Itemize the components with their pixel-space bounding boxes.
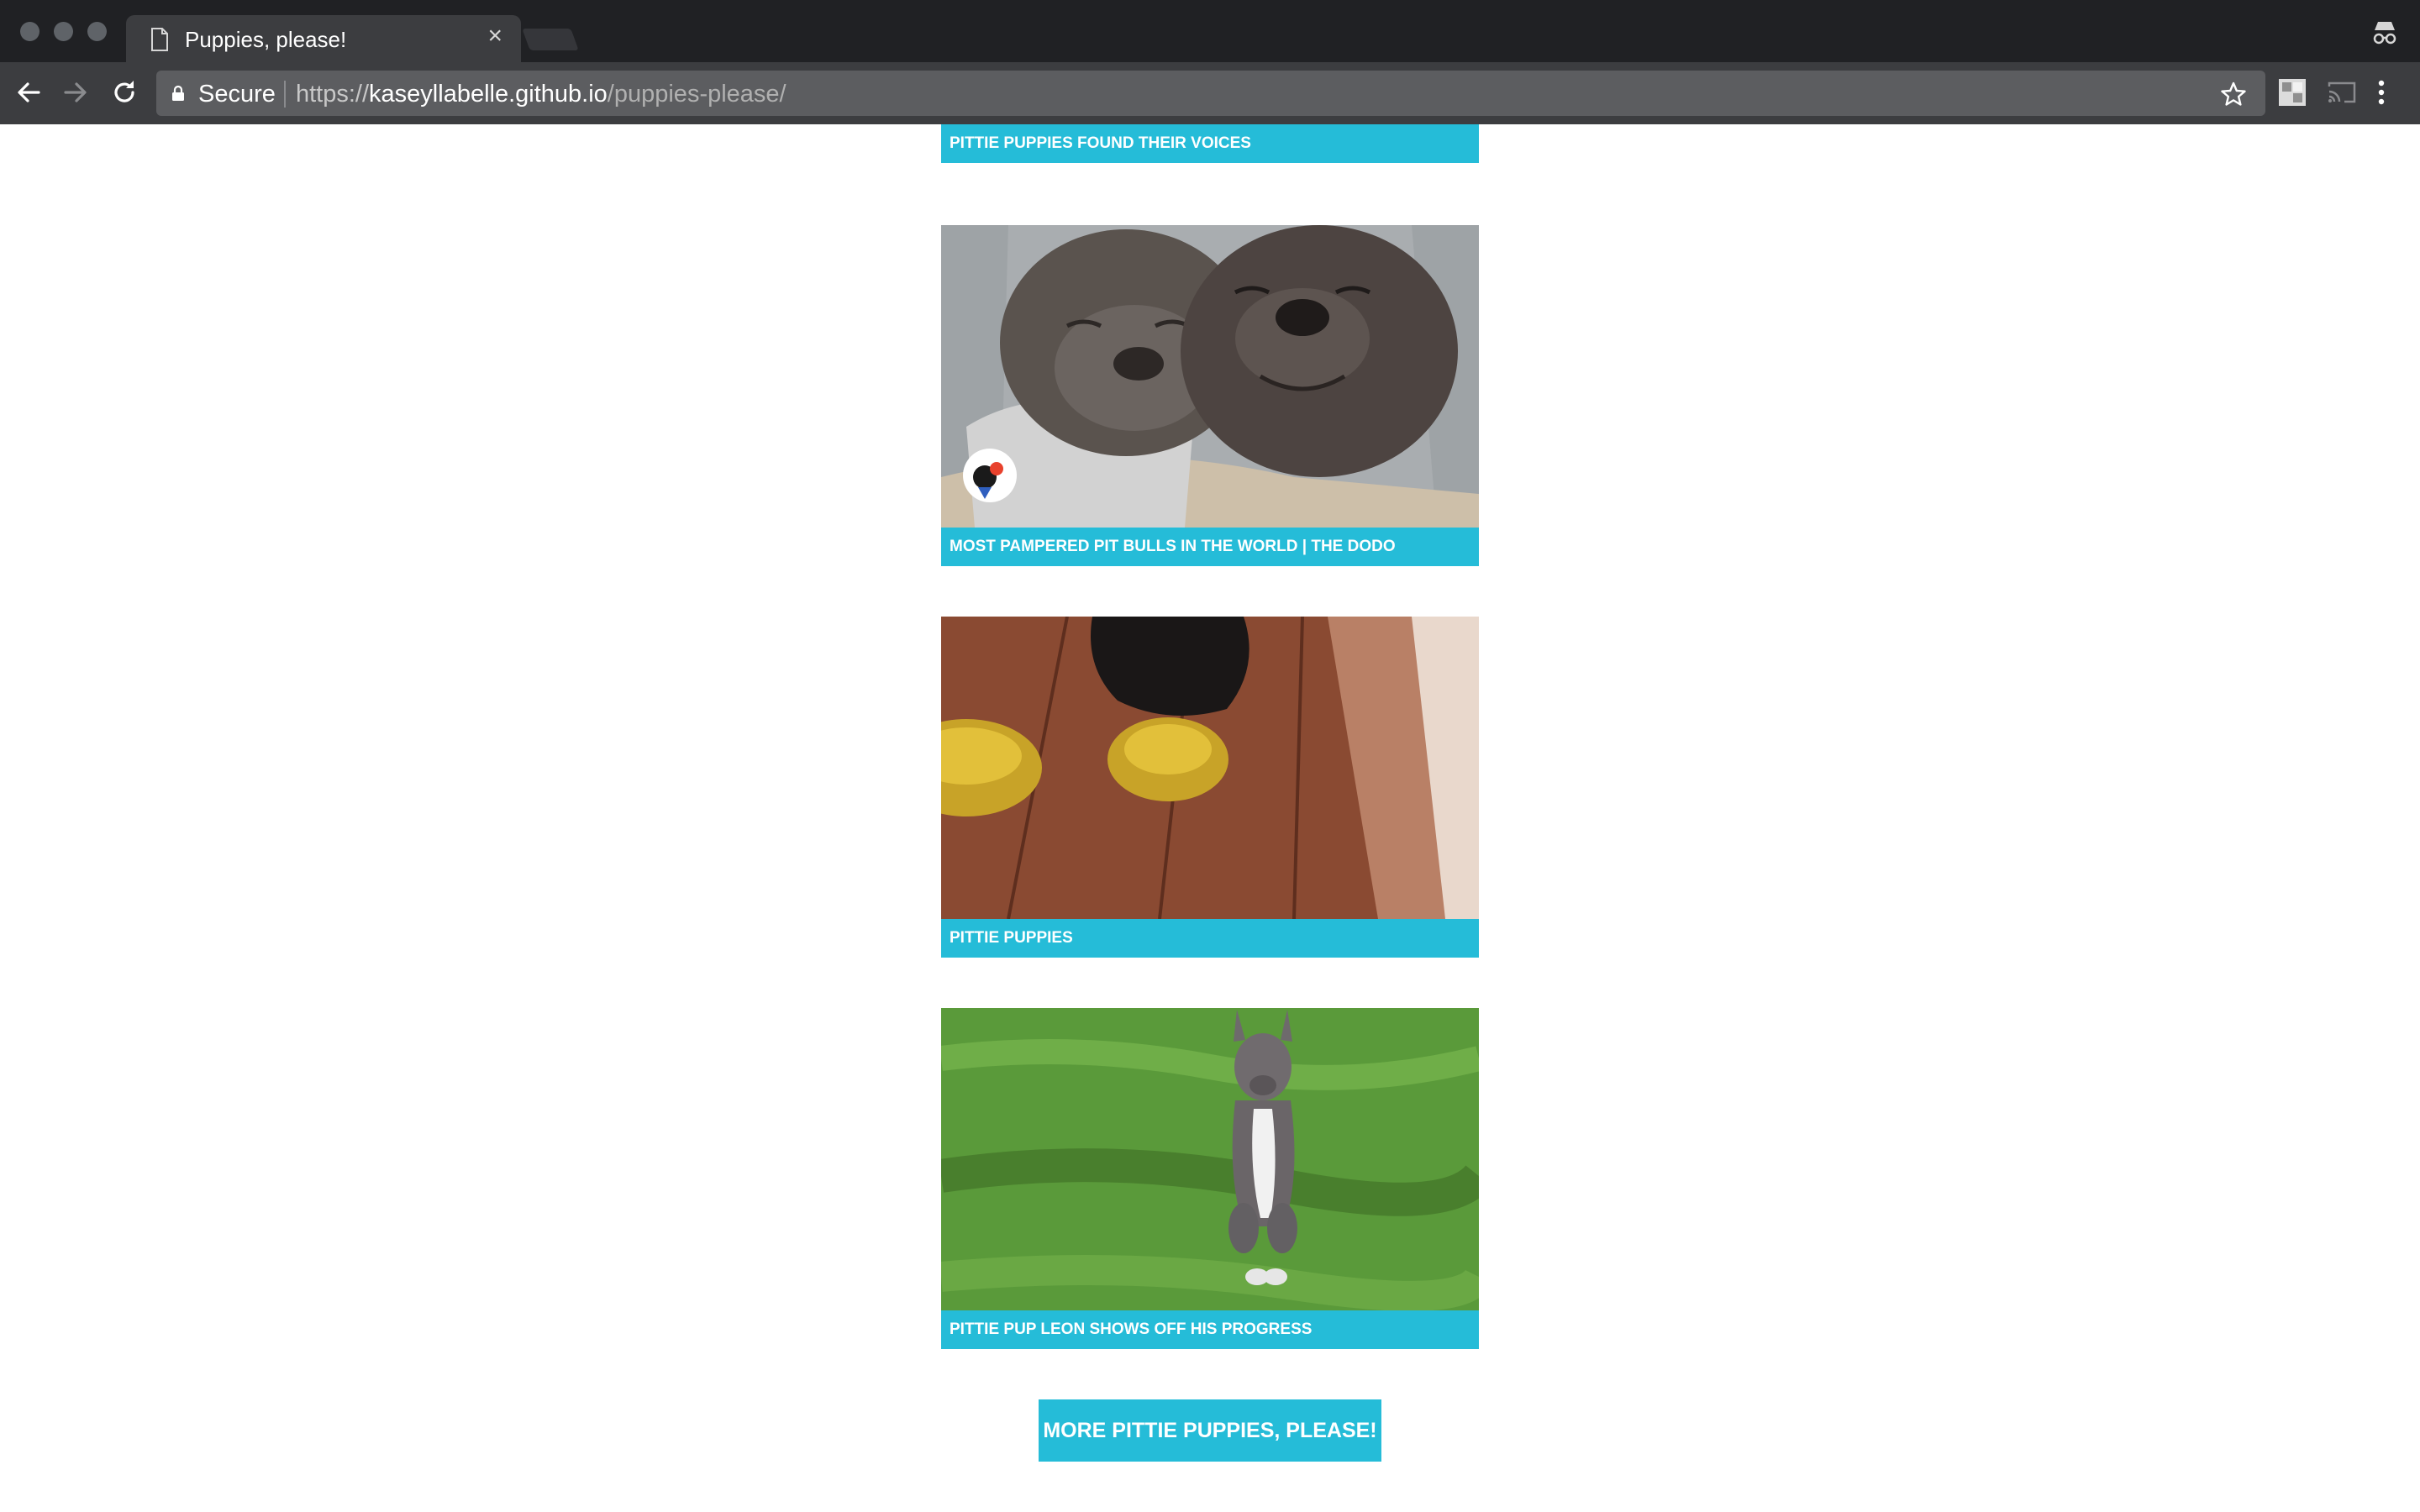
- security-label: Secure: [198, 81, 276, 108]
- window-maximize-button[interactable]: [87, 22, 107, 41]
- url-path: /puppies-please/: [607, 81, 786, 108]
- browser-tab-active[interactable]: Puppies, please! ×: [126, 15, 521, 62]
- video-caption: PITTIE PUPPIES FOUND THEIR VOICES: [941, 124, 1479, 163]
- page-viewport: PITTIE PUPPIES FOUND THEIR VOICES MOST P…: [0, 124, 2420, 1512]
- video-caption: MOST PAMPERED PIT BULLS IN THE WORLD | T…: [941, 528, 1479, 566]
- lock-icon: [172, 85, 184, 101]
- browser-tabstrip: Puppies, please! ×: [0, 0, 2420, 62]
- more-puppies-button[interactable]: MORE PITTIE PUPPIES, PLEASE!: [1039, 1399, 1381, 1462]
- tab-title: Puppies, please!: [185, 27, 347, 52]
- video-thumbnail[interactable]: [941, 617, 1479, 919]
- video-caption: PITTIE PUP LEON SHOWS OFF HIS PROGRESS: [941, 1310, 1479, 1349]
- cast-icon[interactable]: [2328, 81, 2356, 104]
- pampered-pit-bulls-image: [941, 225, 1479, 528]
- bookmark-star-icon[interactable]: [2220, 81, 2247, 108]
- video-thumbnail[interactable]: [941, 225, 1479, 528]
- url-scheme: https://: [296, 81, 370, 108]
- incognito-icon: [2373, 22, 2396, 45]
- video-caption: PITTIE PUPPIES: [941, 919, 1479, 958]
- url-host: kaseyllabelle.github.io: [369, 81, 608, 108]
- omnibox-divider: [284, 81, 286, 108]
- window-close-button[interactable]: [20, 22, 39, 41]
- address-bar[interactable]: Secure https://kaseyllabelle.github.io/p…: [156, 71, 2265, 116]
- browser-toolbar: Secure https://kaseyllabelle.github.io/p…: [0, 62, 2420, 125]
- pittie-pup-leon-image: [941, 1008, 1479, 1310]
- puppy-food-bowls-image: [941, 617, 1479, 919]
- kebab-menu-icon[interactable]: [2378, 79, 2385, 106]
- tab-close-icon[interactable]: ×: [487, 24, 502, 49]
- reload-icon[interactable]: [109, 77, 139, 108]
- back-arrow-icon[interactable]: [13, 77, 44, 108]
- window-minimize-button[interactable]: [54, 22, 73, 41]
- extension-icon[interactable]: [2279, 79, 2306, 106]
- video-thumbnail[interactable]: [941, 1008, 1479, 1310]
- url-text[interactable]: https://kaseyllabelle.github.io/puppies-…: [296, 81, 786, 108]
- page-icon: [151, 28, 168, 51]
- new-tab-button[interactable]: [522, 29, 579, 50]
- forward-arrow-icon[interactable]: [60, 77, 91, 108]
